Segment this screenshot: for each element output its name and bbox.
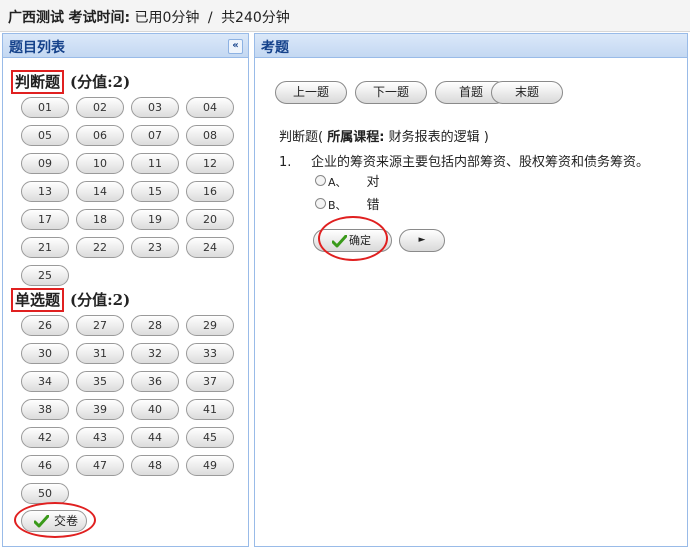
question-button[interactable]: 28 <box>131 315 179 336</box>
option-a-text: 对 <box>366 175 380 190</box>
exam-info-bar: 广西测试 考试时间: 已用0分钟 / 共240分钟 <box>0 0 690 32</box>
prev-question-button[interactable]: 上一题 <box>275 81 347 104</box>
section-score-judgement: (分值:2) <box>70 73 131 91</box>
question-button[interactable]: 49 <box>186 455 234 476</box>
question-button[interactable]: 31 <box>76 343 124 364</box>
play-next-button[interactable]: ► <box>399 229 445 252</box>
question-button[interactable]: 30 <box>21 343 69 364</box>
check-icon <box>332 235 347 248</box>
question-line: 1. 企业的筹资来源主要包括内部筹资、股权筹资和债务筹资。 <box>279 151 649 170</box>
question-button[interactable]: 03 <box>131 97 179 118</box>
question-button[interactable]: 23 <box>131 237 179 258</box>
question-type-line: 判断题( 所属课程: 财务报表的逻辑 ) <box>279 130 489 145</box>
question-button[interactable]: 16 <box>186 181 234 202</box>
question-button[interactable]: 21 <box>21 237 69 258</box>
section-name-judgement: 判断题 <box>11 70 65 94</box>
play-icon: ► <box>418 235 426 245</box>
question-button[interactable]: 35 <box>76 371 124 392</box>
radio-option-a[interactable] <box>315 175 326 186</box>
section-name-single-choice: 单选题 <box>11 288 65 312</box>
question-button[interactable]: 24 <box>186 237 234 258</box>
question-button[interactable]: 36 <box>131 371 179 392</box>
exam-time-label: 考试时间: <box>68 10 131 26</box>
question-button[interactable]: 48 <box>131 455 179 476</box>
question-button[interactable]: 46 <box>21 455 69 476</box>
confirm-answer-button[interactable]: 确定 <box>313 229 392 252</box>
section-score-single-choice: (分值:2) <box>70 291 131 309</box>
question-button[interactable]: 07 <box>131 125 179 146</box>
question-button[interactable]: 04 <box>186 97 234 118</box>
question-button[interactable]: 40 <box>131 399 179 420</box>
question-button[interactable]: 18 <box>76 209 124 230</box>
exam-name: 广西测试 <box>8 10 64 26</box>
question-button[interactable]: 25 <box>21 265 69 286</box>
question-button[interactable]: 13 <box>21 181 69 202</box>
question-button[interactable]: 38 <box>21 399 69 420</box>
last-question-button[interactable]: 末题 <box>491 81 563 104</box>
submit-exam-label: 交卷 <box>54 514 79 528</box>
question-button[interactable]: 33 <box>186 343 234 364</box>
question-button[interactable]: 29 <box>186 315 234 336</box>
question-button[interactable]: 37 <box>186 371 234 392</box>
question-list-title: 题目列表 <box>9 40 65 56</box>
question-list-header: 题目列表 « <box>3 34 248 58</box>
question-button[interactable]: 22 <box>76 237 124 258</box>
option-b[interactable]: B、 错 <box>315 194 380 213</box>
collapse-icon[interactable]: « <box>228 39 243 54</box>
question-button[interactable]: 15 <box>131 181 179 202</box>
confirm-answer-label: 确定 <box>349 234 371 247</box>
question-type: 判断题 <box>279 130 319 145</box>
question-button[interactable]: 10 <box>76 153 124 174</box>
option-a-letter: A、 <box>328 176 347 189</box>
exam-question-header: 考题 <box>255 34 687 58</box>
question-number: 1. <box>279 155 292 170</box>
question-button[interactable]: 27 <box>76 315 124 336</box>
question-button[interactable]: 12 <box>186 153 234 174</box>
course-label: 所属课程: <box>327 130 385 145</box>
question-button[interactable]: 17 <box>21 209 69 230</box>
question-button[interactable]: 45 <box>186 427 234 448</box>
question-button[interactable]: 14 <box>76 181 124 202</box>
question-button[interactable]: 39 <box>76 399 124 420</box>
question-button[interactable]: 20 <box>186 209 234 230</box>
check-icon <box>34 515 49 528</box>
question-button[interactable]: 11 <box>131 153 179 174</box>
question-button[interactable]: 05 <box>21 125 69 146</box>
question-button[interactable]: 32 <box>131 343 179 364</box>
question-button[interactable]: 01 <box>21 97 69 118</box>
section-title-judgement: 判断题 (分值:2) <box>11 70 130 94</box>
question-text: 企业的筹资来源主要包括内部筹资、股权筹资和债务筹资。 <box>311 155 650 170</box>
radio-option-b[interactable] <box>315 198 326 209</box>
question-list-panel: 题目列表 « 判断题 (分值:2) 01 02 03 04 05 06 07 08 09 10 11 1… <box>2 33 249 547</box>
section-title-single-choice: 单选题 (分值:2) <box>11 288 130 312</box>
question-button[interactable]: 02 <box>76 97 124 118</box>
question-button[interactable]: 08 <box>186 125 234 146</box>
option-a[interactable]: A、 对 <box>315 171 380 190</box>
question-button[interactable]: 47 <box>76 455 124 476</box>
question-button[interactable]: 09 <box>21 153 69 174</box>
time-total: 共240分钟 <box>221 10 290 26</box>
course-name: 财务报表的逻辑 <box>388 130 480 145</box>
question-button[interactable]: 26 <box>21 315 69 336</box>
next-question-button[interactable]: 下一题 <box>355 81 427 104</box>
exam-question-title: 考题 <box>261 40 289 56</box>
question-button[interactable]: 43 <box>76 427 124 448</box>
option-b-text: 错 <box>366 198 380 213</box>
question-button[interactable]: 50 <box>21 483 69 504</box>
question-button[interactable]: 06 <box>76 125 124 146</box>
question-button[interactable]: 42 <box>21 427 69 448</box>
submit-exam-button[interactable]: 交卷 <box>21 510 87 532</box>
question-button[interactable]: 19 <box>131 209 179 230</box>
time-separator: / <box>207 10 213 26</box>
time-used: 已用0分钟 <box>134 10 200 26</box>
question-button[interactable]: 41 <box>186 399 234 420</box>
question-button[interactable]: 44 <box>131 427 179 448</box>
exam-question-panel: 考题 上一题 下一题 首题 末题 判断题( 所属课程: 财务报表的逻辑 ) 1.… <box>254 33 688 547</box>
question-button[interactable]: 34 <box>21 371 69 392</box>
option-b-letter: B、 <box>328 199 347 212</box>
